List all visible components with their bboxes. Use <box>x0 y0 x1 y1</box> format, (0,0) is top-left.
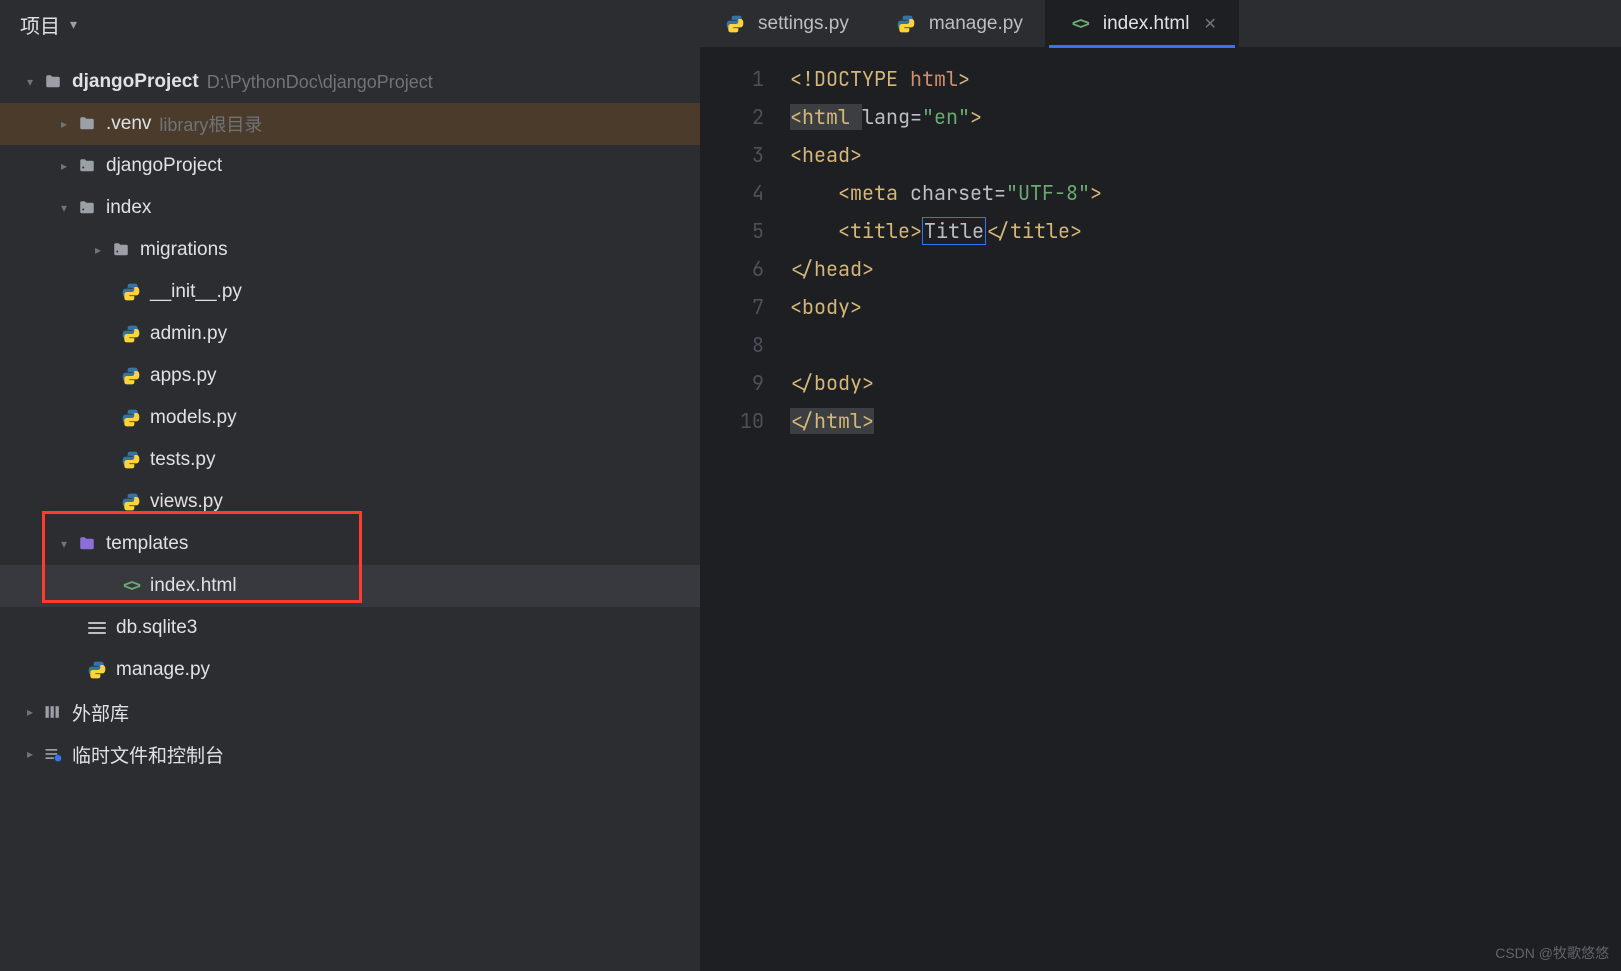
tests-label: tests.py <box>150 449 215 471</box>
chevron-right-icon[interactable]: ▸ <box>54 117 74 131</box>
tree-index-pkg[interactable]: ▾ index <box>0 187 700 229</box>
package-folder-icon <box>74 157 100 175</box>
tree-templates[interactable]: ▾ templates <box>0 523 700 565</box>
code-editor[interactable]: 12345678910 <!DOCTYPE html> <html lang="… <box>700 48 1621 971</box>
tree-file-db[interactable]: db.sqlite3 <box>0 607 700 649</box>
tree-file-tests[interactable]: tests.py <box>0 439 700 481</box>
package-folder-icon <box>108 241 134 259</box>
external-label: 外部库 <box>72 699 129 726</box>
tree-file-admin[interactable]: admin.py <box>0 313 700 355</box>
chevron-down-icon[interactable]: ▾ <box>54 537 74 551</box>
tree-scratches[interactable]: ▸ 临时文件和控制台 <box>0 733 700 775</box>
python-file-icon <box>118 282 144 302</box>
folder-icon <box>74 115 100 133</box>
editor-pane: settings.py manage.py <> index.html ✕ 12… <box>700 0 1621 971</box>
chevron-down-icon[interactable]: ▾ <box>54 201 74 215</box>
python-file-icon <box>118 492 144 512</box>
tab-label: index.html <box>1103 13 1190 35</box>
tree-external-libs[interactable]: ▸ 外部库 <box>0 691 700 733</box>
templates-folder-icon <box>74 535 100 553</box>
database-file-icon <box>84 622 110 634</box>
python-file-icon <box>118 324 144 344</box>
chevron-right-icon[interactable]: ▸ <box>54 159 74 173</box>
python-file-icon <box>722 14 748 34</box>
tree-migrations[interactable]: ▸ migrations <box>0 229 700 271</box>
python-file-icon <box>118 366 144 386</box>
project-name: djangoProject <box>72 71 199 93</box>
index-html-label: index.html <box>150 575 237 597</box>
library-icon <box>40 702 66 722</box>
tree-file-models[interactable]: models.py <box>0 397 700 439</box>
package-folder-icon <box>74 199 100 217</box>
project-tree: ▾ djangoProject D:\PythonDoc\djangoProje… <box>0 53 700 775</box>
chevron-right-icon[interactable]: ▸ <box>20 747 40 761</box>
tree-venv[interactable]: ▸ .venv library根目录 <box>0 103 700 145</box>
python-file-icon <box>118 408 144 428</box>
scratch-console-icon <box>40 744 66 764</box>
templates-label: templates <box>106 533 188 555</box>
tree-file-index-html[interactable]: <> index.html <box>0 565 700 607</box>
venv-note: library根目录 <box>159 111 262 137</box>
tab-label: settings.py <box>758 13 849 35</box>
manage-label: manage.py <box>116 659 210 681</box>
migrations-label: migrations <box>140 239 228 261</box>
tree-file-apps[interactable]: apps.py <box>0 355 700 397</box>
editor-tabs: settings.py manage.py <> index.html ✕ <box>700 0 1621 48</box>
close-icon[interactable]: ✕ <box>1203 14 1216 34</box>
code-content[interactable]: <!DOCTYPE html> <html lang="en"> <head> … <box>780 60 1621 971</box>
python-file-icon <box>118 450 144 470</box>
html-file-icon: <> <box>1067 14 1093 34</box>
tab-manage[interactable]: manage.py <box>871 0 1045 47</box>
python-file-icon <box>893 14 919 34</box>
project-header[interactable]: 项目 ▾ <box>0 0 700 53</box>
tree-root-project[interactable]: ▾ djangoProject D:\PythonDoc\djangoProje… <box>0 61 700 103</box>
tree-file-manage[interactable]: manage.py <box>0 649 700 691</box>
project-tool-title: 项目 <box>20 10 60 39</box>
html-file-icon: <> <box>118 576 144 596</box>
apps-label: apps.py <box>150 365 217 387</box>
tree-file-init[interactable]: __init__.py <box>0 271 700 313</box>
project-sidebar: 项目 ▾ ▾ djangoProject D:\PythonDoc\django… <box>0 0 700 971</box>
admin-label: admin.py <box>150 323 227 345</box>
chevron-down-icon[interactable]: ▾ <box>20 75 40 89</box>
venv-label: .venv <box>106 113 151 135</box>
index-label: index <box>106 197 151 219</box>
tree-djangoProject-pkg[interactable]: ▸ djangoProject <box>0 145 700 187</box>
tab-index-html[interactable]: <> index.html ✕ <box>1045 0 1239 47</box>
init-label: __init__.py <box>150 281 242 303</box>
models-label: models.py <box>150 407 237 429</box>
gutter: 12345678910 <box>700 60 780 971</box>
djangoProject-pkg-label: djangoProject <box>106 155 222 177</box>
db-label: db.sqlite3 <box>116 617 197 639</box>
tab-label: manage.py <box>929 13 1023 35</box>
chevron-right-icon[interactable]: ▸ <box>20 705 40 719</box>
chevron-down-icon: ▾ <box>70 16 77 33</box>
python-file-icon <box>84 660 110 680</box>
chevron-right-icon[interactable]: ▸ <box>88 243 108 257</box>
watermark: CSDN @牧歌悠悠 <box>1495 943 1609 963</box>
views-label: views.py <box>150 491 223 513</box>
folder-icon <box>40 73 66 91</box>
tab-settings[interactable]: settings.py <box>700 0 871 47</box>
scratch-label: 临时文件和控制台 <box>72 741 224 768</box>
tree-file-views[interactable]: views.py <box>0 481 700 523</box>
project-path: D:\PythonDoc\djangoProject <box>207 72 433 93</box>
